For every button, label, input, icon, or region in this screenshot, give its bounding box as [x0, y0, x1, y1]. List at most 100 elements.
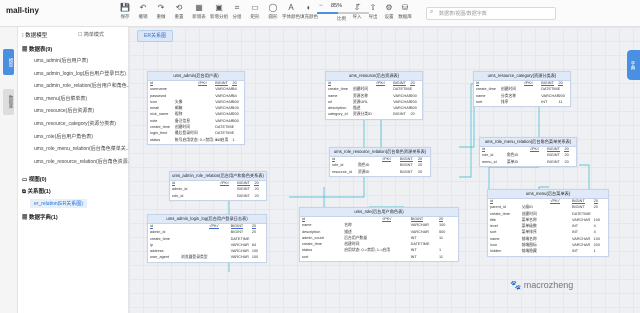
er-cell: category_id — [328, 112, 348, 117]
er-table-title[interactable]: ums_menu(后台菜单表) — [488, 190, 608, 199]
er-cell: √PK√ — [523, 81, 534, 86]
er-table-umsAdminLoginLog[interactable]: ums_admin_login_log(后台用户登录日志表) id √PK√ BIGI… — [147, 214, 267, 263]
er-cell: BIGINT — [237, 193, 250, 198]
er-table-title[interactable]: ums_admin_login_log(后台用户登录日志表) — [148, 215, 266, 224]
er-table-row[interactable]: role_id BIGINT 20 — [170, 194, 266, 200]
er-table-title[interactable]: ums_role_menu_relation(后台角色菜单关系表) — [480, 138, 576, 147]
er-table-row[interactable]: resource_id 资源ID BIGINT 20 — [330, 170, 430, 176]
er-cell: id — [482, 147, 485, 152]
er-table-title[interactable]: ums_resource(后台资源表) — [326, 72, 422, 81]
er-cell: role_id — [332, 163, 344, 168]
er-cell: id — [172, 181, 175, 186]
table-list-item[interactable]: ums_admin_login_log(后台用户登录日志) — [34, 70, 126, 77]
er-canvas[interactable]: ER关系图 ums_admin(后台用户表) id √PK√ BIGINT 20 user… — [129, 27, 640, 313]
search-input[interactable]: 数据表/视图/数据字典 — [439, 10, 487, 17]
rail-tab-database[interactable]: 数据库 — [3, 89, 14, 115]
er-cell: description — [328, 106, 347, 111]
er-cell: BIGINT — [393, 81, 406, 86]
er-table-row[interactable]: sort INT 11 — [300, 255, 458, 261]
er-table-row[interactable]: hidden 前端隐藏 INT 1 — [488, 249, 608, 255]
rect-button[interactable]: ▭ 矩形 — [246, 3, 264, 20]
er-table-title[interactable]: ums_resource_category(资源分类表) — [474, 72, 570, 81]
er-table-umsResource[interactable]: ums_resource(后台资源表) id √PK√ BIGINT 20 create_… — [325, 71, 423, 120]
dictionary-fab[interactable]: 字典 — [627, 50, 640, 80]
search-box[interactable]: ⌕ 数据表/视图/数据字典 — [426, 7, 556, 20]
er-cell: VARCHAR — [572, 236, 591, 241]
text-button[interactable]: A 字体颜色 — [282, 3, 300, 20]
er-cell: 20 — [254, 193, 259, 198]
er-cell: VARCHAR — [230, 249, 249, 254]
redo-button[interactable]: ↷ 重做 — [152, 3, 170, 20]
undo-button[interactable]: ↶ 撤销 — [134, 3, 152, 20]
er-cell: VARCHAR — [572, 217, 591, 222]
er-cell: 100 — [251, 255, 259, 260]
add-table-button[interactable]: ▦ 新增表 — [190, 3, 208, 20]
relation-item[interactable]: er_relation(ER关系图) — [30, 199, 87, 208]
er-cell: name — [302, 223, 312, 228]
er-table-row[interactable]: sort 排序 INT 11 — [474, 100, 570, 106]
er-table-umsMenu[interactable]: ums_menu(后台菜单表) id √PK√ BIGINT 20 parent_id 父级… — [487, 189, 609, 257]
er-cell: 资源名称 — [352, 93, 369, 98]
er-table-umsAdminRoleRelation[interactable]: ums_admin_role_relation(后台用户和角色关系表) id √PK… — [169, 171, 267, 201]
er-table-umsAdmin[interactable]: ums_admin(后台用户表) id √PK√ BIGINT 20 username VA… — [147, 71, 245, 145]
restore-icon: ⟲ — [175, 3, 183, 12]
er-table-umsRoleMenuRelation[interactable]: ums_role_menu_relation(后台角色菜单关系表) id √PK√ B… — [479, 137, 577, 167]
table-list-item[interactable]: ums_admin(后台用户表) — [34, 57, 88, 64]
er-cell: 11 — [558, 99, 563, 104]
er-cell: VARCHAR — [215, 93, 234, 98]
er-cell: 4 — [593, 230, 596, 235]
table-list-item[interactable]: ums_admin_role_relation(后台用户和角色...) — [34, 82, 133, 89]
er-table-umsResourceCategory[interactable]: ums_resource_category(资源分类表) id √PK√ BIGINT… — [473, 71, 571, 108]
er-cell: 20 — [410, 81, 415, 86]
er-cell: VARCHAR — [410, 223, 429, 228]
zoom-value: 85% — [331, 3, 343, 9]
er-table-row[interactable]: user_agent 浏览器登录类型 VARCHAR 100 — [148, 255, 266, 261]
toolbar-label: 圆形 — [268, 14, 278, 19]
table-list-item[interactable]: ums_role_menu_relation(后台角色菜单关...) — [34, 145, 132, 152]
table-list-item[interactable]: ums_resource_category(资源分类表) — [34, 120, 116, 127]
er-cell: √PK√ — [550, 199, 560, 204]
simple-mode-toggle[interactable]: ☐ 简单模式 — [78, 31, 104, 38]
er-cell: 父级ID — [521, 205, 533, 210]
er-cell: 1 — [593, 249, 596, 254]
er-cell: BIGINT — [215, 81, 228, 86]
er-table-title[interactable]: ums_admin(后台用户表) — [148, 72, 244, 81]
zoom-slider-fill — [317, 12, 338, 14]
er-table-umsRoleResourceRelation[interactable]: ums_role_resource_relation(后台角色资源关系表) id √… — [329, 147, 431, 177]
tables-header[interactable]: ▦ 数据表(9) — [22, 45, 52, 53]
zoom-out-icon[interactable]: − — [319, 3, 323, 9]
views-header[interactable]: ▭ 视图(0) — [22, 175, 46, 183]
er-cell: id — [490, 199, 493, 204]
er-table-row[interactable]: menu_id 菜单ID BIGINT 20 — [480, 160, 576, 166]
table-list-item[interactable]: ums_menu(后台菜单表) — [34, 95, 87, 102]
relation-button[interactable]: ⌗ 分组 — [228, 3, 246, 20]
er-cell: BIGINT — [400, 169, 413, 174]
dict-header[interactable]: ▦ 数据字典(1) — [22, 213, 58, 221]
er-cell: 邮箱 — [174, 106, 183, 111]
er-cell: DATETIME — [572, 211, 591, 216]
er-cell: address — [150, 249, 164, 254]
er-cell: 200 — [410, 93, 417, 98]
er-cell: icon — [150, 99, 157, 104]
database-icon: ⛁ — [401, 3, 409, 12]
er-table-row[interactable]: category_id 资源分类ID BIGINT 20 — [326, 112, 422, 118]
er-table-title[interactable]: ums_role(后台用户角色表) — [300, 208, 458, 217]
save-button[interactable]: 💾 保存 — [116, 3, 134, 20]
database-button[interactable]: ⛁ 数据库 — [396, 3, 414, 20]
er-table-title[interactable]: ums_role_resource_relation(后台角色资源关系表) — [330, 148, 430, 157]
group-button[interactable]: ▣ 新增分组 — [210, 3, 228, 20]
er-table-title[interactable]: ums_admin_role_relation(后台用户和角色关系表) — [170, 172, 266, 181]
circle-button[interactable]: ◯ 圆形 — [264, 3, 282, 20]
restore-button[interactable]: ⟲ 重置 — [170, 3, 188, 20]
er-table-umsRole[interactable]: ums_role(后台用户角色表) id √PK√ BIGINT 20 name 名称 VAR… — [299, 207, 459, 263]
table-list-item[interactable]: ums_resource(后台资源表) — [34, 107, 94, 114]
table-list-item[interactable]: ums_role_resource_relation(后台角色资源...) — [34, 158, 133, 165]
er-cell: 64 — [251, 242, 257, 247]
relations-header[interactable]: ⧉ 关系图(1) — [22, 187, 51, 196]
er-cell: 20 — [439, 217, 444, 222]
rail-tab-model[interactable]: 模型 — [3, 49, 14, 75]
table-list-item[interactable]: ums_role(后台用户角色表) — [34, 133, 93, 140]
er-cell: 100 — [439, 223, 446, 228]
er-cell: 4 — [593, 224, 596, 229]
er-table-row[interactable]: status 帐号启用状态: 0->禁用; 1->启用 INT 1 — [148, 138, 244, 144]
